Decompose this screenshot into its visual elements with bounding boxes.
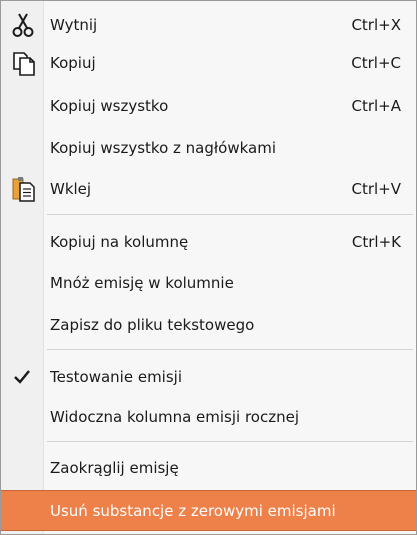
menu-item-cut[interactable]: Wytnij Ctrl+X: [1, 6, 416, 44]
menu-item-copy-to-column[interactable]: Kopiuj na kolumnę Ctrl+K: [1, 223, 416, 261]
menu-item-label: Kopiuj wszystko z nagłówkami: [50, 139, 276, 157]
context-menu: Wytnij Ctrl+X Kopiuj Ctrl+C Kopiuj wszys…: [0, 0, 417, 535]
menu-item-paste[interactable]: Wklej Ctrl+V: [1, 170, 416, 208]
menu-item-shortcut: Ctrl+V: [351, 180, 401, 198]
menu-item-save-to-text-file[interactable]: Zapisz do pliku tekstowego: [1, 306, 416, 344]
menu-item-remove-zero-emission-substances[interactable]: Usuń substancje z zerowymi emisjami: [1, 490, 416, 531]
scissors-icon: [12, 13, 34, 37]
menu-item-annual-emission-column[interactable]: Widoczna kolumna emisji rocznej: [1, 398, 416, 436]
menu-item-label: Kopiuj wszystko: [50, 97, 169, 115]
menu-item-copy-all-with-headers[interactable]: Kopiuj wszystko z nagłówkami: [1, 129, 416, 167]
menu-item-label: Kopiuj: [50, 54, 96, 72]
menu-item-shortcut: Ctrl+X: [351, 16, 401, 34]
menu-item-label: Widoczna kolumna emisji rocznej: [50, 408, 300, 426]
menu-separator: [47, 214, 413, 215]
menu-item-multiply-emission[interactable]: Mnóż emisję w kolumnie: [1, 264, 416, 302]
menu-item-shortcut: Ctrl+A: [351, 97, 401, 115]
paste-icon: [12, 177, 35, 202]
checkmark-icon: [14, 370, 30, 384]
menu-separator: [47, 441, 413, 442]
menu-item-label: Usuń substancje z zerowymi emisjami: [50, 501, 336, 520]
menu-item-label: Zapisz do pliku tekstowego: [50, 316, 255, 334]
menu-item-round-emission[interactable]: Zaokrąglij emisję: [1, 449, 416, 487]
menu-separator: [47, 349, 413, 350]
menu-item-label: Kopiuj na kolumnę: [50, 233, 189, 251]
menu-item-label: Wklej: [50, 180, 92, 198]
copy-icon: [13, 52, 35, 76]
menu-item-shortcut: Ctrl+C: [351, 54, 401, 72]
menu-item-emission-testing[interactable]: Testowanie emisji: [1, 358, 416, 396]
menu-item-copy[interactable]: Kopiuj Ctrl+C: [1, 44, 416, 82]
menu-item-label: Mnóż emisję w kolumnie: [50, 274, 234, 292]
menu-item-copy-all[interactable]: Kopiuj wszystko Ctrl+A: [1, 87, 416, 125]
menu-item-shortcut: Ctrl+K: [351, 233, 401, 251]
menu-item-label: Zaokrąglij emisję: [50, 459, 179, 477]
menu-item-label: Wytnij: [50, 16, 98, 34]
menu-item-label: Testowanie emisji: [50, 368, 183, 386]
